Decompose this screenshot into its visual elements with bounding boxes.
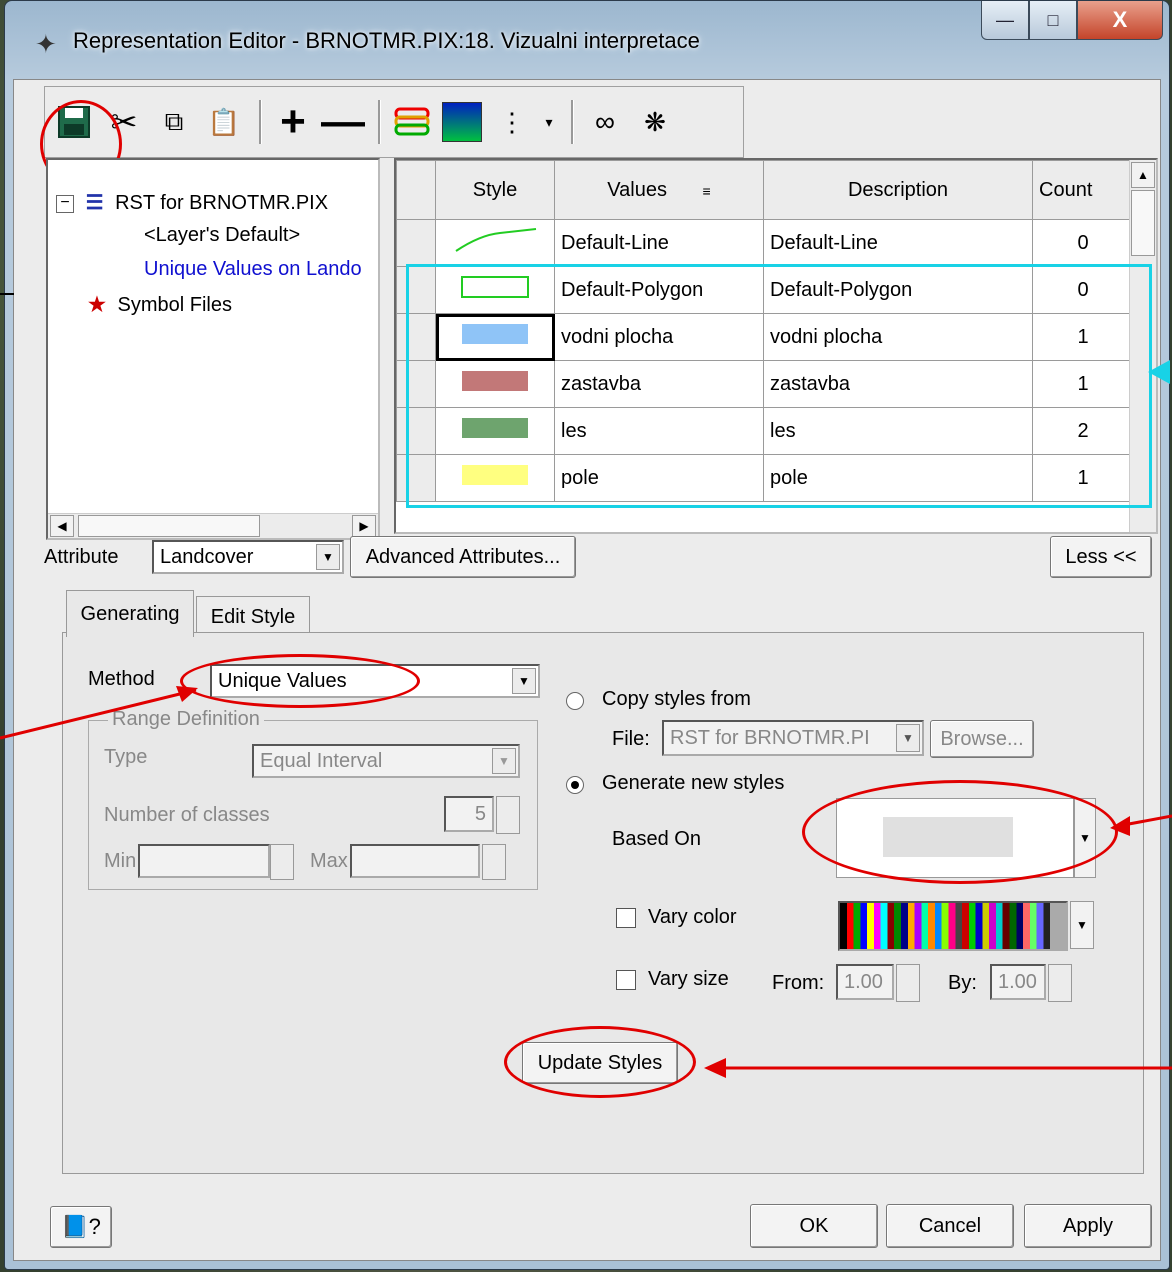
tab-generating[interactable]: Generating <box>66 590 194 637</box>
